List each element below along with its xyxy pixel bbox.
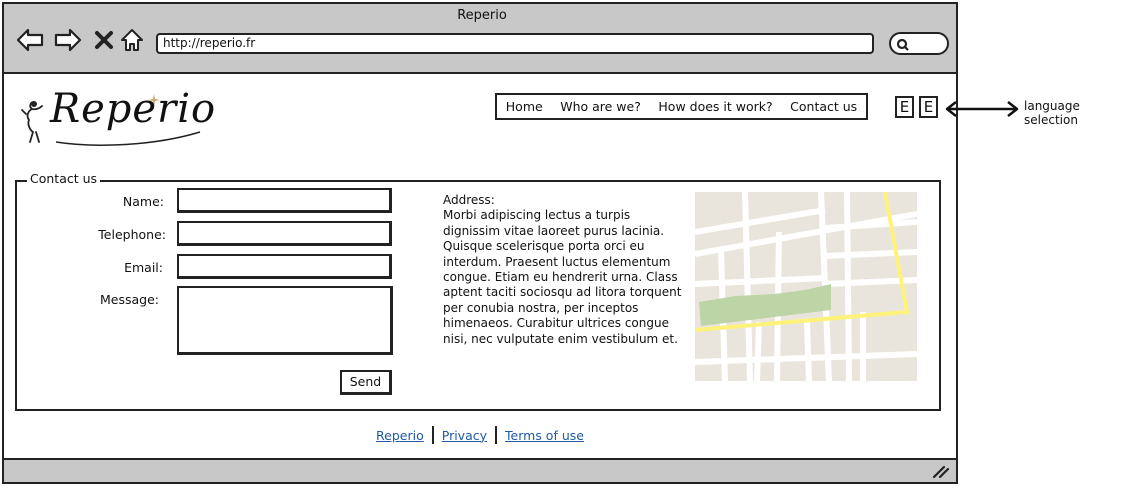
browser-search-field[interactable] bbox=[889, 32, 949, 55]
address-body: Morbi adipiscing lectus a turpis digniss… bbox=[443, 208, 682, 346]
email-label: Email: bbox=[124, 260, 163, 275]
footer-link-terms[interactable]: Terms of use bbox=[501, 428, 588, 443]
contact-legend: Contact us bbox=[27, 171, 101, 186]
language-button-2[interactable]: E bbox=[919, 96, 938, 118]
footer-separator bbox=[495, 426, 498, 444]
address-block: Address: Morbi adipiscing lectus a turpi… bbox=[443, 193, 683, 347]
nav-home[interactable]: Home bbox=[502, 99, 547, 114]
language-button-1[interactable]: E bbox=[895, 96, 914, 118]
telephone-input[interactable] bbox=[177, 221, 392, 246]
nav-how-does-it-work[interactable]: How does it work? bbox=[654, 99, 776, 114]
logo-figure-icon bbox=[21, 101, 43, 143]
language-selection-annotation: language selection bbox=[1024, 99, 1080, 127]
nav-contact-us[interactable]: Contact us bbox=[786, 99, 861, 114]
stop-icon[interactable] bbox=[90, 26, 118, 54]
telephone-label: Telephone: bbox=[98, 227, 166, 242]
logo-text: Reperio bbox=[50, 86, 217, 132]
window-title: Reperio bbox=[457, 8, 507, 23]
name-input[interactable] bbox=[177, 188, 392, 213]
home-icon[interactable] bbox=[118, 26, 146, 54]
map-graphic bbox=[695, 192, 917, 381]
double-arrow-icon bbox=[945, 101, 1019, 117]
email-input[interactable] bbox=[177, 254, 392, 279]
footer-link-reperio[interactable]: Reperio bbox=[372, 428, 428, 443]
name-label: Name: bbox=[122, 194, 164, 209]
footer-link-privacy[interactable]: Privacy bbox=[438, 428, 491, 443]
forward-icon[interactable] bbox=[54, 26, 82, 54]
search-icon bbox=[896, 38, 909, 51]
message-label: Message: bbox=[100, 292, 159, 307]
message-textarea[interactable] bbox=[177, 286, 393, 355]
nav-who-are-we[interactable]: Who are we? bbox=[556, 99, 645, 114]
resize-grip-icon[interactable] bbox=[932, 465, 950, 479]
footer: Reperio Privacy Terms of use bbox=[0, 426, 960, 444]
back-icon[interactable] bbox=[16, 26, 44, 54]
browser-toolbar: Reperio http://reperio.fr bbox=[2, 2, 958, 74]
status-bar bbox=[2, 458, 958, 484]
top-nav: Home Who are we? How does it work? Conta… bbox=[495, 93, 868, 120]
address-heading: Address: bbox=[443, 193, 495, 207]
send-button[interactable]: Send bbox=[340, 370, 392, 395]
url-bar[interactable]: http://reperio.fr bbox=[156, 33, 874, 54]
footer-separator bbox=[431, 426, 434, 444]
location-map[interactable] bbox=[695, 192, 917, 381]
